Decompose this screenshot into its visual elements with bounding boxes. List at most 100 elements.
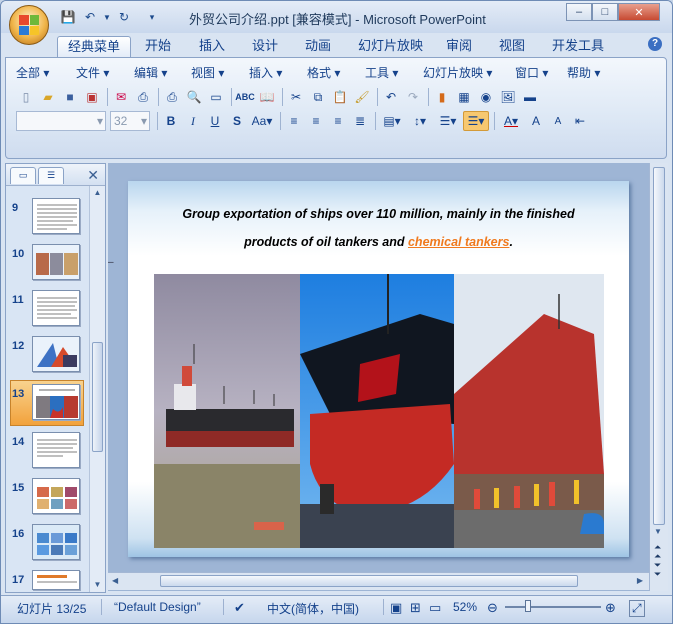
undo-icon[interactable]: ↶: [381, 87, 401, 107]
table-icon[interactable]: ▦: [454, 87, 474, 107]
bullets-icon[interactable]: ☰▾: [463, 111, 489, 131]
spelling-icon[interactable]: ABC: [235, 87, 255, 107]
horizontal-scroll-thumb[interactable]: [160, 575, 578, 587]
picture-icon[interactable]: 🖼: [498, 87, 518, 107]
change-case-icon[interactable]: Aa▾: [249, 111, 275, 131]
italic-icon[interactable]: I: [183, 111, 203, 131]
print-preview-icon[interactable]: ⎙: [133, 87, 153, 107]
maximize-button[interactable]: □: [592, 3, 618, 21]
close-pane-icon[interactable]: ✕: [87, 167, 99, 184]
print-icon[interactable]: ⎙: [162, 87, 182, 107]
dropdown-arrow-icon[interactable]: ▼: [103, 8, 111, 26]
scroll-left-icon[interactable]: ◀: [112, 576, 118, 585]
menu-slideshow[interactable]: 幻灯片放映 ▾: [423, 64, 515, 82]
research-icon[interactable]: 📖: [257, 87, 277, 107]
increase-font-icon[interactable]: A: [526, 111, 546, 131]
slideshow-view-icon[interactable]: ▭: [429, 600, 441, 616]
launch-ship-photo[interactable]: [300, 274, 454, 548]
help-icon[interactable]: ?: [648, 37, 662, 51]
language-indicator[interactable]: 中文(简体，中国): [267, 600, 359, 617]
clipart-icon[interactable]: ◉: [476, 87, 496, 107]
chart-icon[interactable]: ▮: [432, 87, 452, 107]
numbering-icon[interactable]: ☰▾: [435, 111, 461, 131]
color-grayscale-icon[interactable]: ▬: [520, 87, 540, 107]
outline-tab-icon[interactable]: ☰: [38, 167, 64, 184]
customize-qat-icon[interactable]: ▾: [143, 8, 161, 26]
office-button[interactable]: [9, 5, 49, 45]
copy-icon[interactable]: ⧉: [308, 87, 328, 107]
slides-pane-scroll-thumb[interactable]: [92, 342, 103, 452]
fit-to-window-icon[interactable]: ⤢: [629, 600, 645, 617]
normal-view-icon[interactable]: ▣: [390, 600, 402, 616]
slide-thumbnail-14[interactable]: [32, 432, 80, 468]
shadow-icon[interactable]: S: [227, 111, 247, 131]
minimize-button[interactable]: –: [566, 3, 592, 21]
tab-home[interactable]: 开始: [135, 36, 181, 57]
chemical-tankers-link[interactable]: chemical tankers: [408, 235, 509, 249]
menu-edit[interactable]: 编辑 ▾: [134, 64, 191, 82]
zoom-in-icon[interactable]: ⊕: [605, 600, 616, 616]
decrease-indent-icon[interactable]: ⇤: [570, 111, 590, 131]
menu-insert[interactable]: 插入 ▾: [249, 64, 307, 82]
paste-icon[interactable]: 📋: [330, 87, 350, 107]
menu-view[interactable]: 视图 ▾: [191, 64, 249, 82]
current-slide[interactable]: Group exportation of ships over 110 mill…: [128, 181, 629, 557]
align-left-icon[interactable]: ≡: [284, 111, 304, 131]
scroll-down-icon[interactable]: ▼: [90, 578, 105, 592]
menu-tools[interactable]: 工具 ▾: [365, 64, 423, 82]
tab-review[interactable]: 审阅: [436, 36, 482, 57]
menu-file[interactable]: 文件 ▾: [76, 64, 134, 82]
slide-thumbnail-11[interactable]: [32, 290, 80, 326]
slide-thumbnail-9[interactable]: [32, 198, 80, 234]
save-icon[interactable]: ■: [60, 87, 80, 107]
search-icon[interactable]: 🔍: [184, 87, 204, 107]
chemical-tanker-photo[interactable]: [454, 274, 604, 548]
save-icon[interactable]: 💾: [59, 8, 77, 26]
font-name-combo[interactable]: ▾: [16, 111, 106, 131]
slide-icon[interactable]: ▭: [206, 87, 226, 107]
new-icon[interactable]: ▯: [16, 87, 36, 107]
slide-thumbnail-15[interactable]: [32, 478, 80, 514]
spell-check-icon[interactable]: ✔: [234, 600, 245, 616]
scroll-up-icon[interactable]: ▲: [90, 186, 105, 200]
slide-scroll-thumb[interactable]: [653, 167, 665, 525]
slides-tab-icon[interactable]: ▭: [10, 167, 36, 184]
open-icon[interactable]: ▰: [38, 87, 58, 107]
slide-thumbnail-10[interactable]: [32, 244, 80, 280]
align-right-icon[interactable]: ≡: [328, 111, 348, 131]
zoom-slider-handle[interactable]: [525, 600, 531, 612]
font-size-combo[interactable]: 32 ▾: [110, 111, 150, 131]
align-center-icon[interactable]: ≡: [306, 111, 326, 131]
slide-thumbnail-12[interactable]: [32, 336, 80, 372]
menu-format[interactable]: 格式 ▾: [307, 64, 365, 82]
redo-icon[interactable]: ↷: [403, 87, 423, 107]
permission-icon[interactable]: ▣: [82, 87, 102, 107]
slide-vertical-scrollbar[interactable]: ▲ ▼ ⏶⏶ ⏷⏷: [649, 163, 668, 591]
slides-pane-scrollbar[interactable]: ▲ ▼: [89, 186, 105, 592]
font-color-icon[interactable]: A▾: [498, 111, 524, 131]
undo-icon[interactable]: ↶: [81, 8, 99, 26]
tab-classic-menu[interactable]: 经典菜单: [57, 36, 132, 57]
scroll-right-icon[interactable]: ▶: [637, 576, 643, 585]
menu-help[interactable]: 帮助 ▾: [567, 64, 613, 82]
previous-slide-icon[interactable]: ⏶ ⏶: [654, 543, 661, 561]
text-box-icon[interactable]: ▤▾: [379, 111, 405, 131]
redo-icon[interactable]: ↻: [115, 8, 133, 26]
zoom-slider-track[interactable]: [505, 606, 601, 608]
line-spacing-icon[interactable]: ↕▾: [407, 111, 433, 131]
slide-text-line-1[interactable]: Group exportation of ships over 110 mill…: [128, 207, 629, 221]
tab-animation[interactable]: 动画: [295, 36, 341, 57]
cut-icon[interactable]: ✂: [286, 87, 306, 107]
scroll-down-icon[interactable]: ▼: [654, 527, 662, 536]
zoom-level[interactable]: 52%: [453, 600, 477, 614]
email-icon[interactable]: ✉: [111, 87, 131, 107]
tab-view[interactable]: 视图: [489, 36, 535, 57]
oil-tanker-photo[interactable]: [154, 274, 300, 548]
tab-developer[interactable]: 开发工具: [542, 36, 614, 57]
tab-slideshow[interactable]: 幻灯片放映: [348, 36, 433, 57]
underline-icon[interactable]: U: [205, 111, 225, 131]
slide-text-line-2[interactable]: products of oil tankers and chemical tan…: [128, 235, 629, 249]
slide-horizontal-scrollbar[interactable]: ◀ ▶: [108, 572, 649, 590]
slide-thumbnail-17[interactable]: [32, 570, 80, 590]
menu-window[interactable]: 窗口 ▾: [515, 64, 567, 82]
